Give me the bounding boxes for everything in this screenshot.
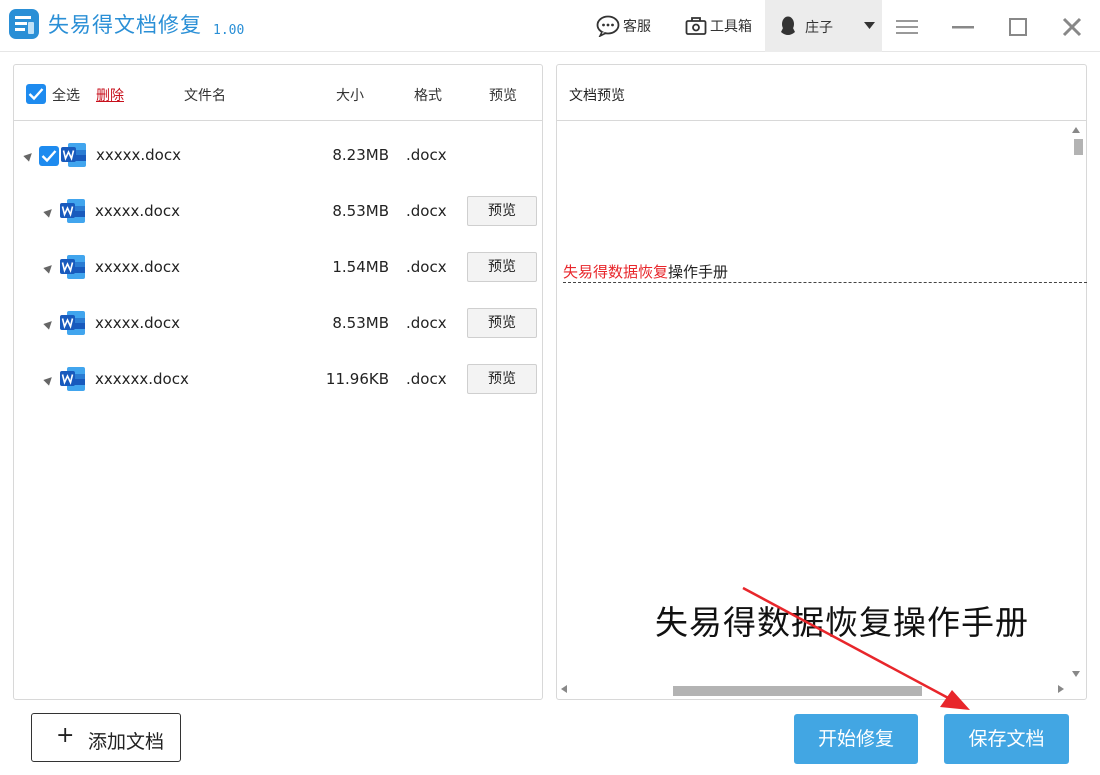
horizontal-scrollbar-thumb[interactable] <box>673 686 922 696</box>
file-format: .docx <box>406 146 447 164</box>
column-header-format: 格式 <box>414 88 442 104</box>
save-document-button[interactable]: 保存文档 <box>944 714 1069 764</box>
close-icon[interactable] <box>1059 14 1085 40</box>
select-all-checkbox[interactable] <box>26 84 46 104</box>
file-size: 8.23MB <box>332 146 389 164</box>
toolbox-icon <box>685 17 707 35</box>
plus-icon: + <box>56 723 75 748</box>
file-size: 11.96KB <box>325 370 389 388</box>
scroll-down-arrow-icon[interactable] <box>1072 671 1080 677</box>
scroll-right-arrow-icon[interactable] <box>1058 685 1064 693</box>
dropdown-arrow-icon[interactable] <box>864 22 875 30</box>
table-row[interactable]: xxxxxx.docx 11.96KB .docx 预览 <box>14 352 542 408</box>
vertical-scrollbar-thumb[interactable] <box>1074 139 1083 155</box>
file-name: xxxxx.docx <box>95 314 180 332</box>
file-list-panel: 全选 删除 文件名 大小 格式 预览 xxxxx.docx 8.23MB .do… <box>13 64 543 700</box>
column-header-preview: 预览 <box>489 88 517 104</box>
file-format: .docx <box>406 370 447 388</box>
expand-arrow-icon[interactable] <box>23 150 35 162</box>
scroll-up-arrow-icon[interactable] <box>1072 127 1080 133</box>
file-size: 8.53MB <box>332 202 389 220</box>
support-label: 客服 <box>623 19 651 35</box>
preview-title: 文档预览 <box>569 88 625 104</box>
preview-button[interactable]: 预览 <box>467 196 537 226</box>
user-avatar-icon <box>781 16 795 35</box>
file-size: 8.53MB <box>332 314 389 332</box>
file-size: 1.54MB <box>332 258 389 276</box>
preview-document-text: 失易得数据恢复操作手册 <box>563 261 1087 283</box>
file-name: xxxxx.docx <box>95 202 180 220</box>
expand-arrow-icon[interactable] <box>43 374 55 386</box>
title-bar: 失易得文档修复 1.00 客服 工具箱 庄子 <box>0 0 1100 52</box>
menu-icon[interactable] <box>894 14 920 40</box>
word-file-icon <box>60 367 85 391</box>
file-name: xxxxx.docx <box>96 146 181 164</box>
preview-button[interactable]: 预览 <box>467 308 537 338</box>
file-format: .docx <box>406 314 447 332</box>
select-all-label[interactable]: 全选 <box>52 85 80 105</box>
table-row[interactable]: xxxxx.docx 1.54MB .docx 预览 <box>14 240 542 296</box>
app-version: 1.00 <box>213 23 245 38</box>
table-row[interactable]: xxxxx.docx 8.53MB .docx 预览 <box>14 184 542 240</box>
toolbox-button[interactable]: 工具箱 <box>685 14 752 38</box>
maximize-icon[interactable] <box>1005 14 1031 40</box>
start-repair-button[interactable]: 开始修复 <box>794 714 918 764</box>
row-checkbox[interactable] <box>39 146 59 166</box>
chat-icon <box>596 15 620 37</box>
delete-link[interactable]: 删除 <box>96 85 124 105</box>
word-file-icon <box>60 255 85 279</box>
file-list-header: 全选 删除 文件名 大小 格式 预览 <box>14 65 542 121</box>
add-document-button[interactable]: + 添加文档 <box>31 713 181 762</box>
checkmark-icon <box>28 88 44 101</box>
support-button[interactable]: 客服 <box>596 14 651 38</box>
minimize-icon[interactable] <box>950 14 976 40</box>
file-name: xxxxxx.docx <box>95 370 189 388</box>
table-row[interactable]: xxxxx.docx 8.53MB .docx 预览 <box>14 296 542 352</box>
file-format: .docx <box>406 202 447 220</box>
toolbox-label: 工具箱 <box>710 19 752 35</box>
preview-button[interactable]: 预览 <box>467 364 537 394</box>
user-menu[interactable]: 庄子 <box>765 0 882 52</box>
app-title: 失易得文档修复 <box>48 13 202 37</box>
expand-arrow-icon[interactable] <box>43 318 55 330</box>
user-name: 庄子 <box>805 20 833 36</box>
add-document-label: 添加文档 <box>88 731 165 753</box>
word-file-icon <box>61 143 86 167</box>
preview-button[interactable]: 预览 <box>467 252 537 282</box>
scroll-left-arrow-icon[interactable] <box>561 685 567 693</box>
table-row[interactable]: xxxxx.docx 8.23MB .docx <box>14 128 542 184</box>
expand-arrow-icon[interactable] <box>43 206 55 218</box>
app-logo-icon <box>9 9 39 39</box>
file-name: xxxxx.docx <box>95 258 180 276</box>
doc-title-rest: 操作手册 <box>668 263 729 281</box>
expand-arrow-icon[interactable] <box>43 262 55 274</box>
word-file-icon <box>60 311 85 335</box>
column-header-name: 文件名 <box>184 88 226 104</box>
word-file-icon <box>60 199 85 223</box>
preview-header: 文档预览 <box>557 65 1086 121</box>
file-format: .docx <box>406 258 447 276</box>
overlay-caption: 失易得数据恢复操作手册 <box>655 603 1029 642</box>
doc-title-highlight: 失易得数据恢复 <box>563 263 669 281</box>
checkmark-icon <box>41 150 57 163</box>
column-header-size: 大小 <box>336 88 364 104</box>
